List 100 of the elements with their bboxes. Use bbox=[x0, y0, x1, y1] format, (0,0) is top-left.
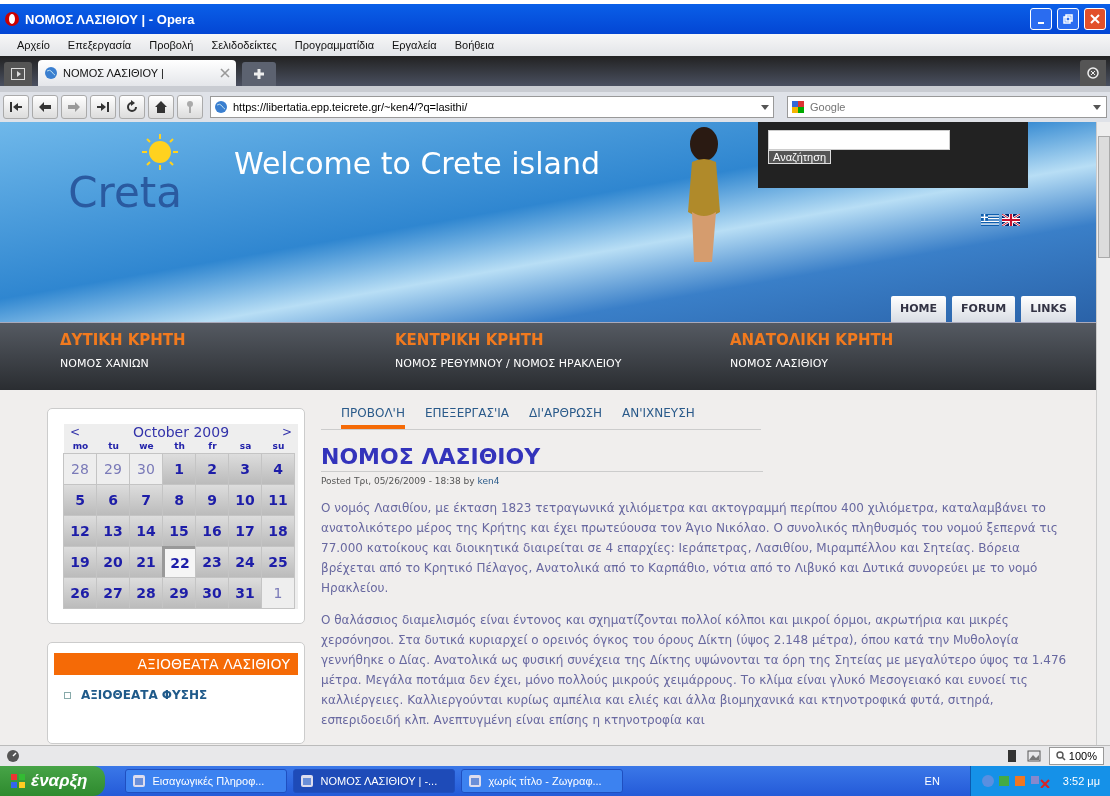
calendar-day[interactable]: 16 bbox=[195, 515, 229, 547]
calendar-day[interactable]: 25 bbox=[261, 546, 295, 578]
content-tab[interactable]: ΠΡΟΒΟΛ'Η bbox=[341, 400, 405, 429]
content-tab[interactable]: ΔΙ'ΑΡΘΡΩΣΗ bbox=[529, 400, 602, 429]
dropdown-icon[interactable] bbox=[760, 102, 770, 112]
clock: 3:52 μμ bbox=[1062, 775, 1100, 787]
menu-item[interactable]: Προγραμματίδια bbox=[285, 39, 383, 51]
calendar-day[interactable]: 11 bbox=[261, 484, 295, 516]
back-arrow-icon bbox=[38, 101, 52, 113]
calendar-day[interactable]: 22 bbox=[162, 546, 196, 578]
nav-tab[interactable]: HOME bbox=[891, 296, 946, 322]
magnifier-icon bbox=[1055, 751, 1066, 761]
window-title: ΝΟΜΟΣ ΛΑΣΙΘΙΟΥ | - Opera bbox=[25, 11, 195, 27]
author-link[interactable]: ken4 bbox=[477, 476, 500, 486]
start-button[interactable]: έναρξη bbox=[0, 766, 106, 796]
search-button[interactable]: Αναζήτηση bbox=[768, 150, 832, 164]
menu-item[interactable]: Βοήθεια bbox=[445, 39, 504, 51]
calendar-day[interactable]: 15 bbox=[162, 515, 196, 547]
site-slogan: Welcome to Crete island bbox=[234, 146, 601, 181]
rewind-button[interactable] bbox=[3, 95, 29, 119]
weekday-label: tu bbox=[107, 440, 120, 453]
window-icon bbox=[300, 774, 315, 788]
calendar-day[interactable]: 12 bbox=[63, 515, 97, 547]
home-button[interactable] bbox=[148, 95, 174, 119]
previous-month-link[interactable]: < bbox=[70, 425, 81, 439]
calendar-day[interactable]: 9 bbox=[195, 484, 229, 516]
calendar-day[interactable]: 30 bbox=[195, 577, 229, 609]
panel-toggle-button[interactable] bbox=[4, 62, 32, 86]
prefecture-link[interactable]: ΝΟΜΟΣ ΡΕΘΥΜΝΟΥ / ΝΟΜΟΣ ΗΡΑΚΛΕΙΟΥ bbox=[395, 357, 730, 370]
next-month-link[interactable]: > bbox=[281, 425, 292, 439]
browser-tab[interactable]: ΝΟΜΟΣ ΛΑΣΙΘΙΟΥ | bbox=[38, 60, 236, 86]
calendar-day[interactable]: 31 bbox=[228, 577, 262, 609]
calendar-day[interactable]: 29 bbox=[162, 577, 196, 609]
calendar-day[interactable]: 1 bbox=[261, 577, 295, 609]
menu-item[interactable]: Σελιδοδείκτες bbox=[202, 39, 286, 51]
content-tab[interactable]: ΕΠΕΞΕΡΓΑΣ'ΙΑ bbox=[424, 400, 510, 429]
minimize-button[interactable] bbox=[1030, 8, 1052, 30]
calendar-day[interactable]: 5 bbox=[63, 484, 97, 516]
uk-flag-icon[interactable] bbox=[1002, 214, 1020, 226]
calendar-day[interactable]: 17 bbox=[228, 515, 262, 547]
taskbar-button[interactable]: ΝΟΜΟΣ ΛΑΣΙΘΙΟΥ | -... bbox=[293, 769, 456, 793]
vertical-scrollbar[interactable] bbox=[1096, 122, 1110, 745]
article-paragraph: Ο θαλάσσιος διαμελισμός είναι έντονος και σχηματίζονται πολλοί κόλποι και μικροί όρμοι, ακρωτήρια και μικρές χερσόνησοι. Στα δυτικά κυριαρχεί ο ορεινός όγκος του όρους Δίκτη (ύψος 2.148 μέτρα), όπου κατά την Μυθολογία γεννήθηκε ο Δίας. Ανατολικά ως φυσική συνέχεια της Δίκτης υψώνονται τα όρη της Σητείας με μεγαλύτερο ύψος τα 1.476 μέτρα. Μεγάλα ποτάμια δεν έχει, μόνο πολλούς μικρούς χειμάρρους. Το κλίμα είναι γλυκό Μεσογειακό και ευνοεί τις καλλιέργειες. Καλλιεργούνται κυρίως αμπέλια και ελιές και άλλα βιομηχανικά και κτηνοτροφικά φυτά, σιτηρά, εσπεριδοειδή κλπ. Ανεπτυγμένη είναι επίσης η κτηνοτροφία και bbox=[321, 612, 1068, 729]
closed-tabs-button[interactable] bbox=[1080, 60, 1106, 86]
calendar-day[interactable]: 6 bbox=[96, 484, 130, 516]
calendar-day[interactable]: 14 bbox=[129, 515, 163, 547]
calendar-day[interactable]: 18 bbox=[261, 515, 295, 547]
calendar-day[interactable]: 3 bbox=[228, 453, 262, 485]
nav-tab[interactable]: LINKS bbox=[1021, 296, 1076, 322]
closed-tab-icon bbox=[1086, 66, 1100, 80]
menu-item[interactable]: Εργαλεία bbox=[383, 39, 446, 51]
calendar-day[interactable]: 24 bbox=[228, 546, 262, 578]
restore-button[interactable] bbox=[1057, 8, 1079, 30]
site-logo: Creta bbox=[68, 168, 182, 217]
taskbar-button[interactable]: χωρίς τίτλο - Ζωγραφ... bbox=[461, 769, 624, 793]
fast-forward-button[interactable] bbox=[90, 95, 116, 119]
forward-arrow-icon bbox=[67, 101, 81, 113]
site-search-field[interactable] bbox=[768, 130, 950, 150]
menu-item[interactable]: Αρχείο bbox=[8, 39, 59, 51]
calendar-day[interactable]: 28 bbox=[129, 577, 163, 609]
close-icon[interactable] bbox=[220, 68, 230, 78]
calendar-day[interactable]: 23 bbox=[195, 546, 229, 578]
menu-item[interactable]: Προβολή bbox=[140, 39, 203, 51]
greek-flag-icon[interactable] bbox=[981, 214, 999, 226]
calendar-day[interactable]: 19 bbox=[63, 546, 97, 578]
dropdown-icon[interactable] bbox=[1092, 102, 1102, 112]
article-paragraph: Ο νομός Λασιθίου, με έκταση 1823 τετραγωνικά χιλιόμετρα και ακτογραμμή περίπου 400 χιλιόμετρα, καταλαμβάνει το ανατολικότερο μέρος της Κρήτης και έχει πρωτεύουσα τον Άγιο Νικόλαο. Ο συνολικός πληθυσμός του νομού ξεπερνά τις 77.000 κατοίκους και διοικητικά διαιρείται σε 4 επαρχίες: Ιεράπετρας, Λασιθίου, Μιραμπέλλου και Σητείας. Βόρεια βρέχεται από το Κρητικό Πέλαγος, Ανατολικά από το Καρπάθιο, νότια από το Λιβυκό και Δυτικά συνορεύει με το νομό Ηρακλείου. bbox=[321, 500, 1059, 597]
calendar-day[interactable]: 28 bbox=[63, 453, 97, 485]
search-field[interactable]: Google bbox=[787, 96, 1107, 118]
close-icon bbox=[1090, 14, 1100, 24]
calendar-day[interactable]: 20 bbox=[96, 546, 130, 578]
article-title: ΝΟΜΟΣ ΛΑΣΙΘΙΟΥ bbox=[321, 444, 763, 472]
sights-link[interactable]: ΑΞΙΟΘΕΑΤΑ ΦΥΣΗΣ bbox=[81, 688, 208, 702]
back-button[interactable] bbox=[32, 95, 58, 119]
close-button[interactable] bbox=[1084, 8, 1106, 30]
calendar-day[interactable]: 10 bbox=[228, 484, 262, 516]
calendar-day[interactable]: 2 bbox=[195, 453, 229, 485]
address-field[interactable]: https://libertatia.epp.teicrete.gr/~ken4/?q=lasithi/ bbox=[210, 96, 774, 118]
globe-icon bbox=[44, 66, 58, 80]
calendar-day[interactable]: 7 bbox=[129, 484, 163, 516]
image-icon[interactable] bbox=[1026, 749, 1041, 763]
calendar-day[interactable]: 1 bbox=[162, 453, 196, 485]
taskbar-button[interactable]: Εισαγωγικές Πληροφ... bbox=[125, 769, 288, 793]
calendar-day[interactable]: 21 bbox=[129, 546, 163, 578]
zoom-field[interactable]: 100% bbox=[1048, 747, 1104, 765]
prefecture-link[interactable]: ΝΟΜΟΣ ΧΑΝΙΩΝ bbox=[60, 357, 395, 370]
nav-tab[interactable]: FORUM bbox=[952, 296, 1016, 322]
language-indicator[interactable]: EN bbox=[900, 775, 964, 787]
calendar-day[interactable]: 13 bbox=[96, 515, 130, 547]
speed-dial-icon[interactable] bbox=[6, 749, 20, 763]
calendar-day[interactable]: 4 bbox=[261, 453, 295, 485]
content-tab[interactable]: ΑΝ'ΙΧΝΕΥΣΗ bbox=[622, 400, 695, 429]
new-tab-button[interactable] bbox=[242, 62, 276, 86]
weekday-label: we bbox=[138, 440, 155, 453]
calendar-day[interactable]: 27 bbox=[96, 577, 130, 609]
reload-button[interactable] bbox=[119, 95, 145, 119]
calendar-day[interactable]: 8 bbox=[162, 484, 196, 516]
menu-item[interactable]: Επεξεργασία bbox=[58, 39, 141, 51]
calendar-day[interactable]: 26 bbox=[63, 577, 97, 609]
prefecture-link[interactable]: ΝΟΜΟΣ ΛΑΣΙΘΙΟΥ bbox=[730, 357, 1065, 370]
